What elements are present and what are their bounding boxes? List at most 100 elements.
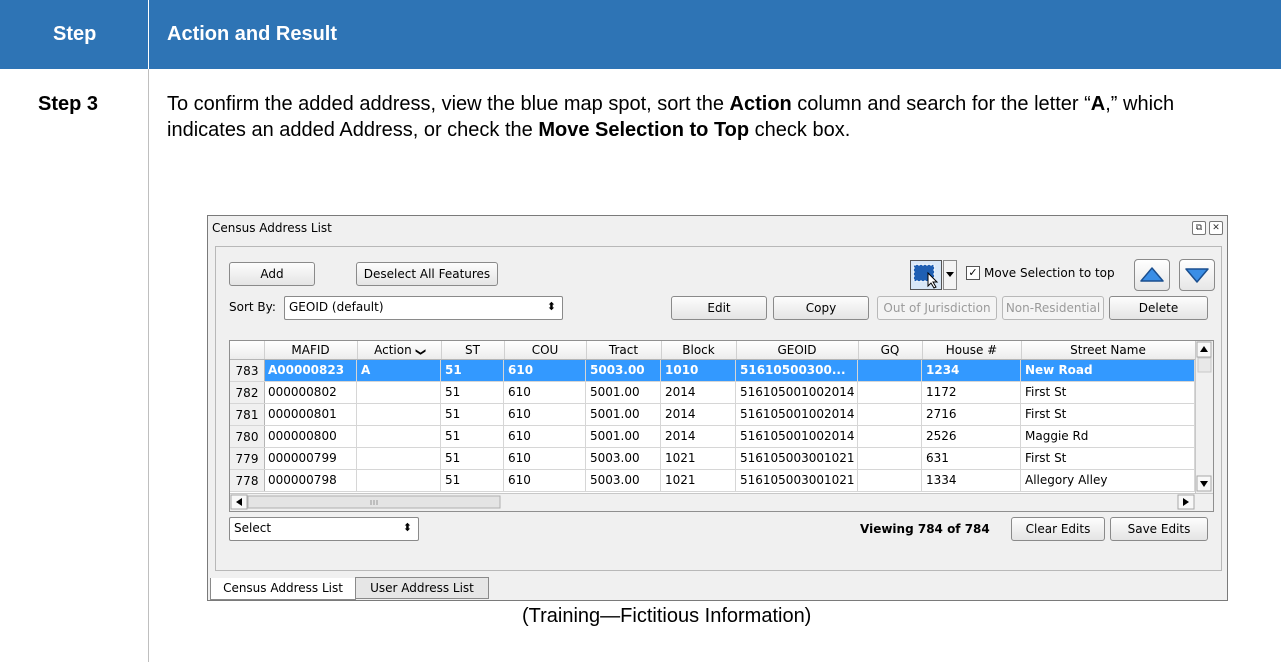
horizontal-scrollbar[interactable] xyxy=(230,493,1213,511)
table-row[interactable]: 778 000000798 51 610 5003.00 1021 516105003001… xyxy=(230,470,1195,492)
col-block[interactable]: Block xyxy=(661,341,737,359)
move-down-button[interactable] xyxy=(1179,259,1215,291)
table-cell: 1021 xyxy=(661,470,736,491)
table-cell: 5001.00 xyxy=(586,404,661,425)
deselect-all-features-button[interactable]: Deselect All Features xyxy=(356,262,498,286)
sort-by-value: GEOID (default) xyxy=(289,300,384,314)
move-selection-checkbox[interactable]: ✓ xyxy=(966,266,980,280)
table-cell: 5003.00 xyxy=(586,470,661,491)
non-residential-button[interactable]: Non-Residential xyxy=(1002,296,1104,320)
table-header-row: MAFID Action ❯ ST COU Tract Block GEOID … xyxy=(230,341,1213,360)
table-cell xyxy=(858,382,922,403)
table-cell: 51 xyxy=(441,470,504,491)
table-cell: 516105003001021 xyxy=(736,470,858,491)
table-cell xyxy=(357,404,441,425)
add-button[interactable]: Add xyxy=(229,262,315,286)
edit-button[interactable]: Edit xyxy=(671,296,767,320)
col-mafid[interactable]: MAFID xyxy=(264,341,358,359)
tab-user-address-list[interactable]: User Address List xyxy=(355,577,489,599)
copy-button[interactable]: Copy xyxy=(773,296,869,320)
table-row[interactable]: 783 A00000823 A 51 610 5003.00 1010 51610500300… xyxy=(230,360,1195,382)
table-header: Step Action and Result xyxy=(0,0,1281,69)
table-cell xyxy=(357,470,441,491)
triangle-down-icon xyxy=(1185,268,1209,283)
out-of-jurisdiction-button[interactable]: Out of Jurisdiction xyxy=(877,296,997,320)
col-geoid[interactable]: GEOID xyxy=(736,341,859,359)
col-action[interactable]: Action ❯ xyxy=(357,341,442,359)
col-action-label: Action xyxy=(374,343,412,357)
table-cell: 1334 xyxy=(922,470,1021,491)
col-tract[interactable]: Tract xyxy=(586,341,662,359)
table-cell: 5003.00 xyxy=(586,448,661,469)
row-number: 782 xyxy=(230,382,265,403)
tab-census-address-list[interactable]: Census Address List xyxy=(210,578,356,600)
table-row[interactable]: 781 000000801 51 610 5001.00 2014 516105001002… xyxy=(230,404,1195,426)
table-cell xyxy=(858,470,922,491)
col-house-number[interactable]: House # xyxy=(922,341,1022,359)
table-cell: 1234 xyxy=(922,360,1021,381)
close-icon[interactable]: ✕ xyxy=(1209,221,1223,235)
table-cell: 516105001002014 xyxy=(736,404,858,425)
select-tool-dropdown[interactable] xyxy=(943,260,957,290)
table-cell: 2526 xyxy=(922,426,1021,447)
table-cell: First St xyxy=(1021,448,1195,469)
table-cell: 000000800 xyxy=(264,426,357,447)
row-number: 779 xyxy=(230,448,265,469)
table-cell xyxy=(858,426,922,447)
step-column-header: Step xyxy=(53,23,97,45)
save-edits-button[interactable]: Save Edits xyxy=(1110,517,1208,541)
vertical-scrollbar[interactable] xyxy=(1195,341,1213,493)
table-cell: 610 xyxy=(504,448,586,469)
col-cou[interactable]: COU xyxy=(504,341,587,359)
table-cell: 51 xyxy=(441,360,504,381)
table-row[interactable]: 780 000000800 51 610 5001.00 2014 516105001002… xyxy=(230,426,1195,448)
select-features-tool-icon[interactable] xyxy=(910,260,942,290)
census-address-list-window: Census Address List ⧉ ✕ Add Deselect All… xyxy=(207,215,1228,601)
viewing-count: Viewing 784 of 784 xyxy=(860,522,990,536)
table-cell xyxy=(357,448,441,469)
move-up-button[interactable] xyxy=(1134,259,1170,291)
table-cell: 000000801 xyxy=(264,404,357,425)
sort-by-select[interactable]: GEOID (default) ⬍ xyxy=(284,296,563,320)
step-label: Step 3 xyxy=(38,93,99,115)
table-cell: 610 xyxy=(504,426,586,447)
table-cell: 000000799 xyxy=(264,448,357,469)
table-cell: 5001.00 xyxy=(586,382,661,403)
row-number: 778 xyxy=(230,470,265,491)
table-cell: 610 xyxy=(504,360,586,381)
table-cell: 51 xyxy=(441,382,504,403)
action-column-header: Action and Result xyxy=(167,23,338,45)
table-cell: 516105001002014 xyxy=(736,426,858,447)
select-value: Select xyxy=(234,521,272,535)
step-instruction: To confirm the added address, view the b… xyxy=(167,93,1175,141)
table-cell: First St xyxy=(1021,404,1195,425)
table-cell: 5003.00 xyxy=(586,360,661,381)
col-street-name[interactable]: Street Name xyxy=(1021,341,1196,359)
table-row[interactable]: 779 000000799 51 610 5003.00 1021 516105003001… xyxy=(230,448,1195,470)
updown-arrow-icon: ⬍ xyxy=(402,521,412,534)
col-st[interactable]: ST xyxy=(441,341,505,359)
row-number: 783 xyxy=(230,360,265,381)
table-cell: 000000798 xyxy=(264,470,357,491)
row-number-header xyxy=(230,341,265,359)
table-cell: First St xyxy=(1021,382,1195,403)
table-cell: 2014 xyxy=(661,382,736,403)
restore-icon[interactable]: ⧉ xyxy=(1192,221,1206,235)
table-cell: 610 xyxy=(504,382,586,403)
col-gq[interactable]: GQ xyxy=(858,341,923,359)
delete-button[interactable]: Delete xyxy=(1109,296,1208,320)
table-cell: 51 xyxy=(441,448,504,469)
table-row[interactable]: 782 000000802 51 610 5001.00 2014 516105001002… xyxy=(230,382,1195,404)
table-cell: 2014 xyxy=(661,404,736,425)
table-cell: 610 xyxy=(504,404,586,425)
table-cell: New Road xyxy=(1021,360,1195,381)
header-divider xyxy=(148,0,149,69)
table-cell: 2014 xyxy=(661,426,736,447)
window-tabs: Census Address List User Address List xyxy=(208,577,1227,600)
sort-by-label: Sort By: xyxy=(229,300,276,314)
table-cell: 2716 xyxy=(922,404,1021,425)
select-dropdown[interactable]: Select ⬍ xyxy=(229,517,419,541)
table-cell xyxy=(858,448,922,469)
table-cell xyxy=(858,404,922,425)
clear-edits-button[interactable]: Clear Edits xyxy=(1011,517,1105,541)
